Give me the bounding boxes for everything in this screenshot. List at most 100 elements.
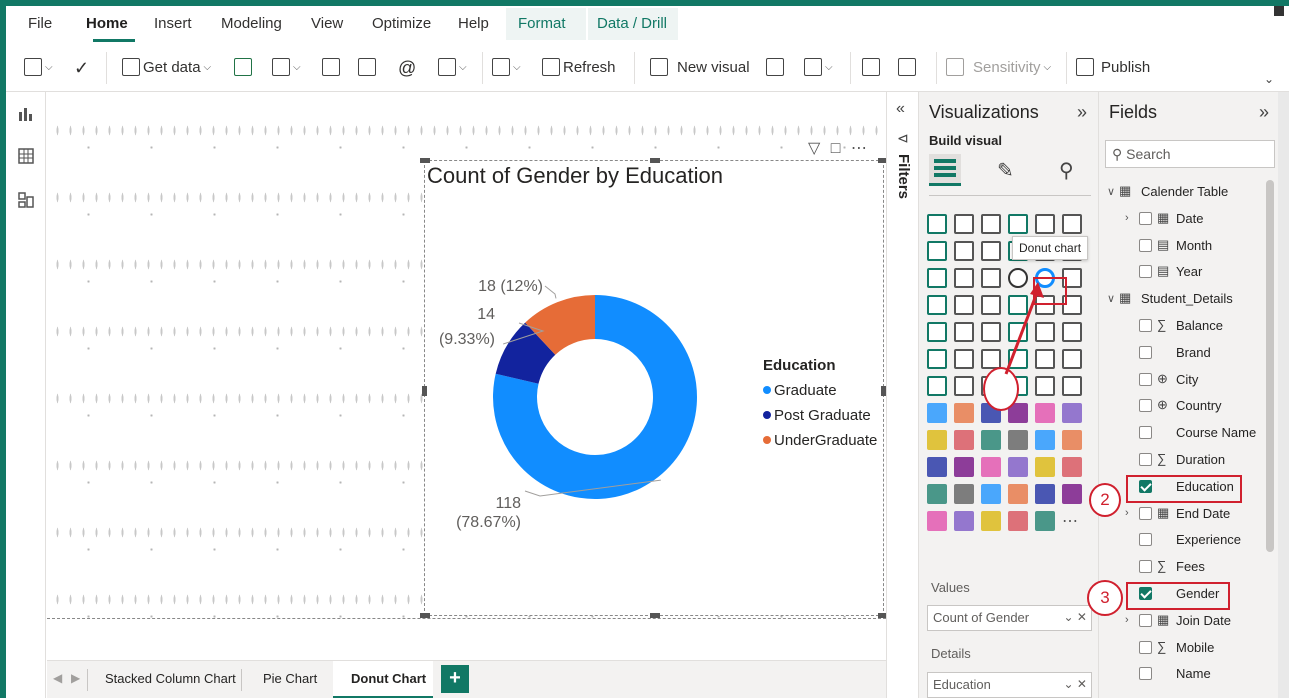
- visual-type-icon[interactable]: [1035, 484, 1055, 504]
- new-visual-button[interactable]: New visual: [650, 58, 750, 76]
- menu-optimize[interactable]: Optimize: [372, 15, 431, 32]
- visual-type-icon[interactable]: [1062, 484, 1082, 504]
- menu-modeling[interactable]: Modeling: [221, 15, 282, 32]
- page-tab-stacked-column[interactable]: Stacked Column Chart: [105, 671, 236, 686]
- field-checkbox[interactable]: [1139, 265, 1152, 279]
- fields-search-input[interactable]: ⚲ Search: [1105, 140, 1275, 168]
- field-checkbox[interactable]: [1139, 211, 1152, 225]
- field-join-date[interactable]: › ▦ Join Date: [1099, 609, 1269, 633]
- field-checkbox[interactable]: [1139, 372, 1152, 386]
- menu-file[interactable]: File: [28, 15, 52, 32]
- field-checkbox[interactable]: [1139, 667, 1152, 681]
- visual-type-icon[interactable]: [927, 457, 947, 477]
- paste-button[interactable]: ⌵: [24, 58, 53, 76]
- filters-label[interactable]: Filters: [895, 154, 912, 199]
- analytics-icon[interactable]: ⚲: [1059, 158, 1074, 183]
- enter-data-button[interactable]: [358, 58, 376, 76]
- field-city[interactable]: ⊕ City: [1099, 368, 1269, 392]
- visual-type-icon[interactable]: [954, 322, 974, 342]
- visual-type-icon[interactable]: [927, 430, 947, 450]
- field-checkbox[interactable]: [1139, 533, 1152, 547]
- visual-type-icon[interactable]: [927, 484, 947, 504]
- menu-data-drill[interactable]: Data / Drill: [597, 15, 667, 32]
- sql-button[interactable]: [322, 58, 340, 76]
- text-box-button[interactable]: [766, 58, 784, 76]
- visual-type-icon[interactable]: [981, 268, 1001, 288]
- fields-scrollbar[interactable]: [1266, 180, 1274, 552]
- visual-type-icon[interactable]: [981, 457, 1001, 477]
- transform-data-button[interactable]: ⌵: [492, 58, 521, 76]
- visual-type-icon[interactable]: [1008, 430, 1028, 450]
- field-checkbox[interactable]: [1139, 345, 1152, 359]
- model-view-icon[interactable]: [18, 192, 34, 208]
- visual-type-icon[interactable]: [954, 214, 974, 234]
- chevron-right-icon[interactable]: ›: [1125, 614, 1129, 626]
- field-name[interactable]: Name: [1099, 662, 1269, 686]
- field-checkbox[interactable]: [1139, 640, 1152, 654]
- field-course-name[interactable]: Course Name: [1099, 421, 1269, 445]
- add-page-button[interactable]: +: [441, 665, 469, 693]
- visual-type-icon[interactable]: [927, 511, 947, 531]
- visual-type-icon[interactable]: [1008, 457, 1028, 477]
- remove-field-icon[interactable]: ⌄ ✕: [1064, 677, 1087, 691]
- visual-type-icon[interactable]: [981, 322, 1001, 342]
- visual-type-icon[interactable]: [1062, 214, 1082, 234]
- field-experience[interactable]: Experience: [1099, 528, 1269, 552]
- format-painter-button[interactable]: ✓: [74, 58, 89, 79]
- refresh-button[interactable]: Refresh: [542, 58, 616, 76]
- visual-type-icon[interactable]: [954, 403, 974, 423]
- visual-type-icon[interactable]: [981, 241, 1001, 261]
- new-measure-button[interactable]: [862, 58, 880, 76]
- menu-insert[interactable]: Insert: [154, 15, 192, 32]
- visual-type-icon[interactable]: [1062, 349, 1082, 369]
- visual-type-icon[interactable]: [927, 322, 947, 342]
- menu-help[interactable]: Help: [458, 15, 489, 32]
- visual-type-icon[interactable]: [981, 511, 1001, 531]
- visual-type-icon[interactable]: [927, 403, 947, 423]
- excel-button[interactable]: [234, 58, 252, 76]
- table-view-icon[interactable]: [18, 148, 34, 164]
- page-tab-donut[interactable]: Donut Chart: [351, 671, 426, 686]
- visual-type-icon[interactable]: [1062, 376, 1082, 396]
- visual-type-icon[interactable]: [1035, 403, 1055, 423]
- menu-format[interactable]: Format: [518, 15, 566, 32]
- donut-chart-visual[interactable]: Count of Gender by Education 118 (78.67%)…: [420, 158, 888, 618]
- collapse-right-icon[interactable]: »: [1259, 102, 1269, 123]
- next-page-icon[interactable]: ▶: [71, 671, 80, 685]
- visual-type-icon[interactable]: [1008, 511, 1028, 531]
- visual-type-icon[interactable]: [927, 214, 947, 234]
- legend-item-undergraduate[interactable]: UnderGraduate: [763, 432, 877, 449]
- build-visual-tab[interactable]: [929, 154, 961, 186]
- visual-type-icon[interactable]: [981, 484, 1001, 504]
- visual-type-icon[interactable]: [954, 295, 974, 315]
- visual-type-icon[interactable]: [1008, 214, 1028, 234]
- report-view-icon[interactable]: [18, 106, 34, 122]
- chevron-right-icon[interactable]: ›: [1125, 507, 1129, 519]
- menu-view[interactable]: View: [311, 15, 343, 32]
- collapse-left-icon[interactable]: «: [896, 100, 905, 118]
- details-well[interactable]: Education ⌄ ✕: [927, 672, 1092, 698]
- sensitivity-button[interactable]: Sensitivity ⌵: [946, 58, 1051, 76]
- visual-type-icon[interactable]: [954, 376, 974, 396]
- field-student-details[interactable]: ∨ ▦ Student_Details: [1099, 287, 1269, 311]
- collapse-right-icon[interactable]: »: [1077, 102, 1087, 123]
- quick-measure-button[interactable]: [898, 58, 916, 76]
- window-close-icon[interactable]: [1274, 6, 1284, 16]
- field-checkbox[interactable]: [1139, 319, 1152, 332]
- field-checkbox[interactable]: [1139, 399, 1152, 413]
- chevron-right-icon[interactable]: ›: [1125, 212, 1129, 224]
- visual-type-icon[interactable]: [1062, 457, 1082, 477]
- field-country[interactable]: ⊕ Country: [1099, 394, 1269, 418]
- field-brand[interactable]: Brand: [1099, 341, 1269, 365]
- field-end-date[interactable]: › ▦ End Date: [1099, 502, 1269, 526]
- more-visuals-icon[interactable]: ⋯: [1062, 511, 1082, 531]
- visual-type-icon[interactable]: [1035, 457, 1055, 477]
- field-mobile[interactable]: ∑ Mobile: [1099, 636, 1269, 660]
- ribbon-expand-icon[interactable]: ⌄: [1264, 72, 1274, 86]
- field-fees[interactable]: ∑ Fees: [1099, 555, 1269, 579]
- field-checkbox[interactable]: [1139, 426, 1152, 440]
- chevron-down-icon[interactable]: ∨: [1107, 292, 1115, 305]
- chevron-down-icon[interactable]: ∨: [1107, 185, 1115, 198]
- field-date[interactable]: › ▦ Date: [1099, 207, 1269, 231]
- visual-type-icon[interactable]: [1008, 484, 1028, 504]
